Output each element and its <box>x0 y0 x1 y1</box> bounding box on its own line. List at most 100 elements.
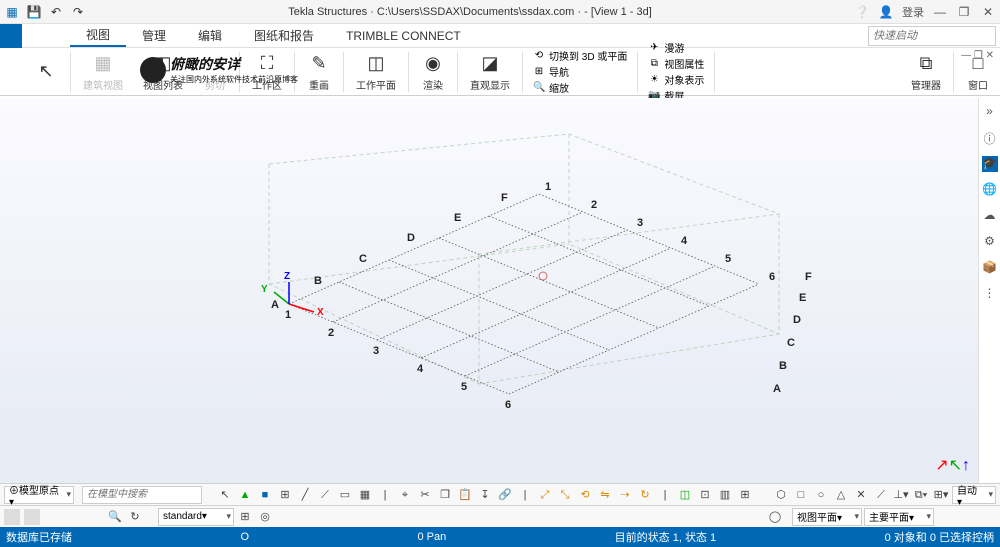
menu-edit[interactable]: 编辑 <box>182 24 238 47</box>
tb-dd3[interactable]: ⊞▾ <box>932 486 950 504</box>
tb2-shape-circle[interactable]: ◯ <box>766 508 784 526</box>
ribbon-visual[interactable]: ◪直观显示 <box>460 48 520 96</box>
ribbon-redraw[interactable]: ✎重画 <box>297 48 341 96</box>
tb-move2[interactable]: ⤡ <box>556 486 574 504</box>
tb-grid[interactable]: ⊞ <box>276 486 294 504</box>
side-more[interactable]: ⋮ <box>982 286 998 302</box>
tb2-search[interactable]: 🔍 <box>106 508 124 526</box>
svg-text:D: D <box>407 232 415 244</box>
cursor-icon: ↖ <box>34 60 58 84</box>
svg-text:E: E <box>799 292 806 304</box>
user-icon[interactable]: 👤 <box>878 4 894 20</box>
tb-shape4[interactable]: △ <box>832 486 850 504</box>
close-icon[interactable]: ✕ <box>980 4 996 20</box>
ribbon-manager[interactable]: ⧉管理器 <box>901 48 951 96</box>
tb-ui1[interactable]: ◫ <box>676 486 694 504</box>
side-settings[interactable]: ⚙ <box>982 234 998 250</box>
viewprops-icon: ⧉ <box>648 58 660 70</box>
tb-square[interactable]: ■ <box>256 486 274 504</box>
tb-ui2[interactable]: ⊡ <box>696 486 714 504</box>
undo-icon[interactable]: ↶ <box>48 4 64 20</box>
tb-dd1[interactable]: ⊥▾ <box>892 486 910 504</box>
side-panel: » ⓘ 🎓 🌐 ☁ ⚙ 📦 ⋮ <box>978 98 1000 483</box>
help-icon[interactable]: ❔ <box>854 4 870 20</box>
tb-mirror[interactable]: ⇋ <box>596 486 614 504</box>
ribbon-fly[interactable]: ✈漫游 <box>648 40 704 55</box>
svg-text:A: A <box>271 299 279 311</box>
view-plane-select[interactable]: 视图平面▾ <box>792 508 862 526</box>
sq-btn-2[interactable] <box>24 509 40 525</box>
tb-shape2[interactable]: □ <box>792 486 810 504</box>
tb-cut[interactable]: ✂ <box>416 486 434 504</box>
side-expand[interactable]: » <box>982 104 998 120</box>
tb-polar[interactable]: ↻ <box>636 486 654 504</box>
tb-shape6[interactable]: ⟋ <box>872 486 890 504</box>
tb-shape1[interactable]: ⬡ <box>772 486 790 504</box>
tb-cursor[interactable]: ↖ <box>216 486 234 504</box>
svg-text:3: 3 <box>373 345 379 357</box>
sq-btn-1[interactable] <box>4 509 20 525</box>
svg-text:6: 6 <box>769 271 775 283</box>
tb-copy[interactable]: ❐ <box>436 486 454 504</box>
ribbon-3d-toggle[interactable]: ⟲切换到 3D 或平面 <box>533 48 627 63</box>
side-package[interactable]: 📦 <box>982 260 998 276</box>
ribbon-block-view: ✈漫游 ⧉视图属性 ☀对象表示 📷截屏 <box>640 40 712 103</box>
tb-shape3[interactable]: ○ <box>812 486 830 504</box>
tb-ui4[interactable]: ⊞ <box>736 486 754 504</box>
ribbon-objrep[interactable]: ☀对象表示 <box>648 72 704 87</box>
tb-shape5[interactable]: ✕ <box>852 486 870 504</box>
ribbon-render[interactable]: ◉渲染 <box>411 48 455 96</box>
ribbon-zoom[interactable]: 🔍缩放 <box>533 80 627 95</box>
svg-text:F: F <box>501 192 508 204</box>
tb-push[interactable]: ↧ <box>476 486 494 504</box>
save-icon[interactable]: 💾 <box>26 4 42 20</box>
login-label[interactable]: 登录 <box>902 4 924 20</box>
svg-text:1: 1 <box>545 181 551 193</box>
minimize-icon[interactable]: — <box>932 4 948 20</box>
auto-select[interactable]: 自动▾ <box>952 486 996 504</box>
side-web[interactable]: 🌐 <box>982 182 998 198</box>
navigate-icon: ⊞ <box>533 66 545 78</box>
tb-pattern[interactable]: ▦ <box>356 486 374 504</box>
ribbon-cursor[interactable]: ↖ <box>24 48 68 96</box>
3d-viewport[interactable]: X Y Z A B C D E F A B C D E F 1 2 3 4 5 … <box>0 98 978 483</box>
tb-rotate[interactable]: ⟲ <box>576 486 594 504</box>
model-search-input[interactable] <box>82 486 202 504</box>
menu-trimble[interactable]: TRIMBLE CONNECT <box>330 24 477 47</box>
redo-icon[interactable]: ↷ <box>70 4 86 20</box>
side-info[interactable]: ⓘ <box>982 130 998 146</box>
objrep-icon: ☀ <box>648 74 660 86</box>
status-state: 目前的状态 1, 状态 1 <box>615 529 716 545</box>
maximize-icon[interactable]: ❐ <box>956 4 972 20</box>
quick-launch-input[interactable] <box>868 26 996 46</box>
title-bar: ▦ 💾 ↶ ↷ Tekla Structures · C:\Users\SSDA… <box>0 0 1000 24</box>
side-cloud[interactable]: ☁ <box>982 208 998 224</box>
menu-manage[interactable]: 管理 <box>126 24 182 47</box>
tb2-grid-snap[interactable]: ⊞ <box>236 508 254 526</box>
tb-link[interactable]: 🔗 <box>496 486 514 504</box>
tb-paste[interactable]: 📋 <box>456 486 474 504</box>
tb2-target[interactable]: ◎ <box>256 508 274 526</box>
tb-dd2[interactable]: ⧉▾ <box>912 486 930 504</box>
main-plane-select[interactable]: 主要平面▾ <box>864 508 934 526</box>
tb-linear[interactable]: ⇢ <box>616 486 634 504</box>
tb-rect[interactable]: ▭ <box>336 486 354 504</box>
ribbon-workplane[interactable]: ◫工作平面 <box>346 48 406 96</box>
workplane-icon: ◫ <box>364 52 388 76</box>
tb2-refresh[interactable]: ↻ <box>126 508 144 526</box>
tb-move1[interactable]: ⤢ <box>536 486 554 504</box>
tb-line[interactable]: ╱ <box>296 486 314 504</box>
tb-track[interactable]: ⌖ <box>396 486 414 504</box>
menu-view[interactable]: 视图 <box>70 24 126 47</box>
model-origin-select[interactable]: ⊕模型原点▾ <box>4 486 74 504</box>
ribbon-collapse[interactable]: — ❐ ✕ <box>961 50 994 61</box>
ribbon-viewprops[interactable]: ⧉视图属性 <box>648 56 704 71</box>
tb-dash[interactable]: ⟋ <box>316 486 334 504</box>
tb-point[interactable]: ▲ <box>236 486 254 504</box>
ribbon-navigate[interactable]: ⊞导航 <box>533 64 627 79</box>
watermark: 俯瞰的安详 关注国内外系统软件技术前沿原博客 <box>140 54 298 85</box>
menu-drawings[interactable]: 图纸和报告 <box>238 24 330 47</box>
tb-ui3[interactable]: ▥ <box>716 486 734 504</box>
standard-select[interactable]: standard▾ <box>158 508 234 526</box>
side-learn[interactable]: 🎓 <box>982 156 998 172</box>
